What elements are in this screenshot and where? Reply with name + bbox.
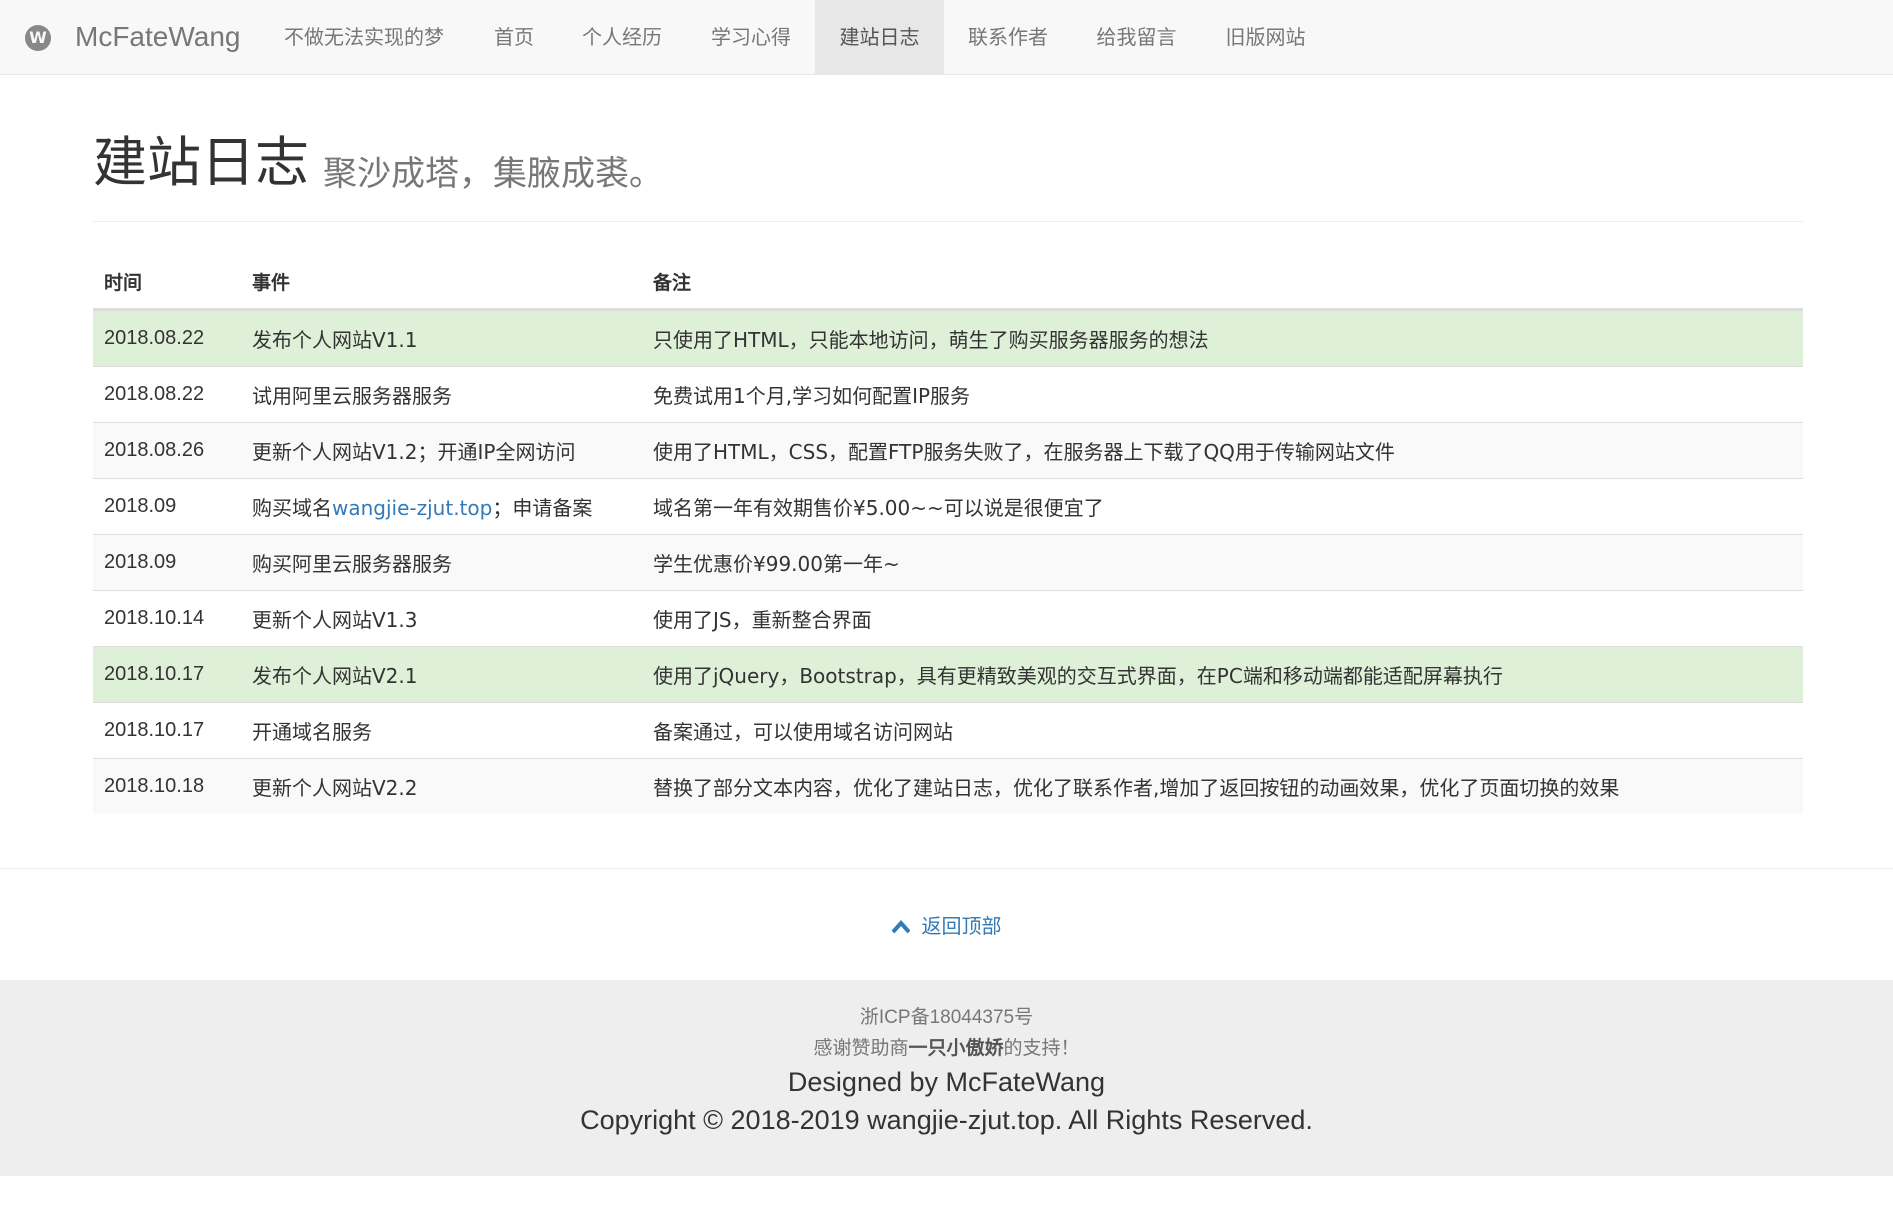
row-event: 购买域名wangjie-zjut.top；申请备案 (241, 478, 642, 535)
row-event: 更新个人网站V2.2 (241, 758, 642, 814)
row-date: 2018.08.22 (93, 366, 241, 423)
nav-item-experience[interactable]: 个人经历 (558, 0, 686, 74)
nav-item-old-site[interactable]: 旧版网站 (1201, 0, 1330, 74)
row-date: 2018.10.14 (93, 590, 241, 647)
row-note: 只使用了HTML，只能本地访问，萌生了购买服务器服务的想法 (642, 309, 1803, 367)
table-row: 2018.10.14 更新个人网站V1.3 使用了JS，重新整合界面 (93, 590, 1803, 647)
row-date: 2018.08.22 (93, 309, 241, 367)
row-date: 2018.10.18 (93, 758, 241, 814)
nav-item-slogan[interactable]: 不做无法实现的梦 (263, 0, 465, 74)
row-note: 免费试用1个月,学习如何配置IP服务 (642, 366, 1803, 423)
back-to-top: 返回顶部 (0, 912, 1893, 941)
table-row: 2018.09 购买阿里云服务器服务 学生优惠价¥99.00第一年~ (93, 534, 1803, 591)
table-row: 2018.08.26 更新个人网站V1.2；开通IP全网访问 使用了HTML，C… (93, 422, 1803, 479)
row-note: 使用了jQuery，Bootstrap，具有更精致美观的交互式界面，在PC端和移… (642, 646, 1803, 703)
thanks-text: 的支持！ (1003, 1037, 1080, 1059)
row-event: 发布个人网站V1.1 (241, 309, 642, 367)
row-note: 使用了JS，重新整合界面 (642, 590, 1803, 647)
column-header-time: 时间 (93, 254, 241, 311)
column-header-note: 备注 (642, 254, 1803, 311)
row-note: 替换了部分文本内容，优化了建站日志，优化了联系作者,增加了返回按钮的动画效果，优… (642, 758, 1803, 814)
row-event: 开通域名服务 (241, 702, 642, 759)
site-log-table: 时间 事件 备注 2018.08.22 发布个人网站V1.1 只使用了HTML，… (93, 254, 1803, 814)
thanks-text: 感谢赞助商 (813, 1037, 909, 1059)
table-row: 2018.09 购买域名wangjie-zjut.top；申请备案 域名第一年有… (93, 478, 1803, 535)
section-divider (0, 868, 1893, 869)
designed-by: Designed by McFateWang (787, 1067, 1106, 1097)
nav-item-home[interactable]: 首页 (472, 0, 556, 74)
back-to-top-button[interactable]: 返回顶部 (891, 912, 1002, 941)
row-note: 备案通过，可以使用域名访问网站 (642, 702, 1803, 759)
row-date: 2018.09 (93, 478, 241, 535)
sponsor-thanks: 感谢赞助商一只小傲娇的支持！ (0, 1034, 1893, 1062)
back-to-top-label: 返回顶部 (921, 914, 1002, 938)
page-header: 建站日志 聚沙成塔，集腋成裘。 (93, 120, 1803, 222)
copyright: Copyright © 2018-2019 wangjie-zjut.top. … (580, 1105, 1313, 1135)
row-date: 2018.10.17 (93, 702, 241, 759)
table-row: 2018.08.22 发布个人网站V1.1 只使用了HTML，只能本地访问，萌生… (93, 309, 1803, 367)
row-event: 更新个人网站V1.3 (241, 590, 642, 647)
row-note: 域名第一年有效期售价¥5.00~~可以说是很便宜了 (642, 478, 1803, 535)
icp-number: 浙ICP备18044375号 (859, 1007, 1034, 1028)
row-date: 2018.09 (93, 534, 241, 591)
row-event: 发布个人网站V2.1 (241, 646, 642, 703)
table-row: 2018.10.18 更新个人网站V2.2 替换了部分文本内容，优化了建站日志，… (93, 758, 1803, 814)
row-note: 学生优惠价¥99.00第一年~ (642, 534, 1803, 591)
table-row: 2018.08.22 试用阿里云服务器服务 免费试用1个月,学习如何配置IP服务 (93, 366, 1803, 423)
row-date: 2018.10.17 (93, 646, 241, 703)
nav-item-learning[interactable]: 学习心得 (687, 0, 815, 74)
column-header-event: 事件 (241, 254, 642, 311)
domain-link[interactable]: wangjie-zjut.top (332, 496, 492, 520)
page-subtitle: 聚沙成塔，集腋成裘。 (323, 154, 663, 194)
nav-item-site-log[interactable]: 建站日志 (815, 0, 944, 74)
brand-link[interactable]: McFateWang (75, 20, 240, 54)
row-event: 试用阿里云服务器服务 (241, 366, 642, 423)
row-event-text: ；申请备案 (492, 496, 593, 520)
footer: 浙ICP备18044375号 感谢赞助商一只小傲娇的支持！ Designed b… (0, 980, 1893, 1176)
sponsor-name: 一只小傲娇 (908, 1037, 1004, 1059)
row-event-text: 购买域名 (252, 496, 332, 520)
table-row: 2018.10.17 发布个人网站V2.1 使用了jQuery，Bootstra… (93, 646, 1803, 703)
table-header-row: 时间 事件 备注 (93, 254, 1803, 311)
row-date: 2018.08.26 (93, 422, 241, 479)
row-event: 购买阿里云服务器服务 (241, 534, 642, 591)
logo-icon[interactable]: W (25, 25, 51, 51)
row-note: 使用了HTML，CSS，配置FTP服务失败了，在服务器上下载了QQ用于传输网站文… (642, 422, 1803, 479)
table-row: 2018.10.17 开通域名服务 备案通过，可以使用域名访问网站 (93, 702, 1803, 759)
chevron-up-icon (891, 920, 910, 934)
nav-item-message[interactable]: 给我留言 (1072, 0, 1201, 74)
page-title: 建站日志 (93, 131, 309, 194)
navbar: W McFateWang 不做无法实现的梦 首页 个人经历 学习心得 建站日志 … (0, 0, 1893, 75)
row-event: 更新个人网站V1.2；开通IP全网访问 (241, 422, 642, 479)
nav-item-contact[interactable]: 联系作者 (944, 0, 1072, 74)
